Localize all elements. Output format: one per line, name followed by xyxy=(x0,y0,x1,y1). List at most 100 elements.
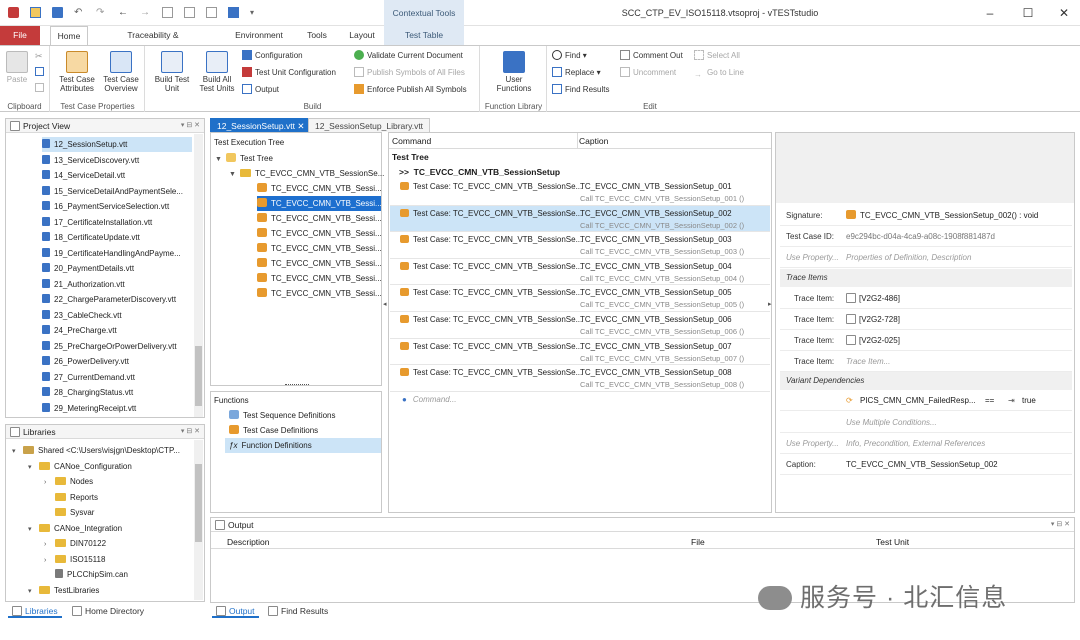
chevron-down-icon[interactable]: ▼ xyxy=(215,152,223,167)
library-item[interactable]: › Nodes xyxy=(44,474,93,489)
project-item[interactable]: 15_ServiceDetailAndPaymentSele... xyxy=(42,184,192,199)
test-tree-root[interactable]: ▼ Test Tree xyxy=(215,151,273,166)
library-item[interactable]: ▾ CANoe_Integration xyxy=(28,521,122,536)
project-item[interactable]: 20_PaymentDetails.vtt xyxy=(42,261,192,276)
project-item[interactable]: 22_ChargeParameterDiscovery.vtt xyxy=(42,292,192,307)
replace-button[interactable]: Replace ▾ xyxy=(552,67,601,79)
chevron-right-icon[interactable]: › xyxy=(44,553,52,568)
test-unit-configuration-button[interactable]: Test Unit Configuration xyxy=(242,67,336,79)
tab-tools[interactable]: Tools xyxy=(300,26,334,45)
chevron-down-icon[interactable]: ▾ xyxy=(28,584,36,599)
library-item[interactable]: Reports xyxy=(44,490,98,505)
maximize-button[interactable]: ☐ xyxy=(1018,4,1038,22)
use-property-label-2[interactable]: Use Property... xyxy=(786,433,839,454)
project-item[interactable]: 18_CertificateUpdate.vtt xyxy=(42,230,192,245)
command-row[interactable]: Test Case: TC_EVCC_CMN_VTB_SessionSe... T… xyxy=(390,365,770,392)
library-item[interactable]: › DIN70122 xyxy=(44,536,106,551)
chevron-down-icon[interactable]: ▾ xyxy=(28,522,36,537)
tab-home[interactable]: Home xyxy=(50,26,88,45)
chevron-right-icon[interactable]: › xyxy=(44,475,52,490)
command-row[interactable]: Test Case: TC_EVCC_CMN_VTB_SessionSe... T… xyxy=(390,232,770,259)
user-functions-button[interactable]: User Functions xyxy=(491,51,537,93)
group-row[interactable]: >> TC_EVCC_CMN_VTB_SessionSetup xyxy=(399,167,560,177)
project-item[interactable]: 23_CableCheck.vtt xyxy=(42,308,192,323)
enforce-publish-button[interactable]: Enforce Publish All Symbols xyxy=(354,84,467,96)
library-item[interactable]: Sysvar xyxy=(44,505,94,520)
library-item[interactable]: ▾ Shared <C:\Users\visjgn\Desktop\CTP... xyxy=(12,443,180,458)
back-icon[interactable]: ← xyxy=(118,7,129,18)
test-case-overview-button[interactable]: Test Case Overview xyxy=(99,51,143,93)
undo-icon[interactable]: ↶ xyxy=(74,7,85,18)
tab-environment[interactable]: Environment xyxy=(228,26,290,45)
tab-output[interactable]: Output xyxy=(212,604,259,618)
project-item[interactable]: 17_CertificateInstallation.vtt xyxy=(42,215,192,230)
project-item[interactable]: 27_CurrentDemand.vtt xyxy=(42,370,192,385)
variant-value[interactable]: true xyxy=(1022,391,1036,411)
multiple-conditions[interactable]: Use Multiple Conditions... xyxy=(846,412,937,433)
validate-document-button[interactable]: Validate Current Document xyxy=(354,50,463,62)
copy-icon[interactable] xyxy=(35,67,44,76)
chevron-right-icon[interactable]: › xyxy=(44,537,52,552)
command-row[interactable]: Test Case: TC_EVCC_CMN_VTB_SessionSe... T… xyxy=(390,205,770,233)
description-column[interactable]: Description xyxy=(227,537,270,547)
chevron-down-icon[interactable]: ▼ xyxy=(229,167,237,182)
cut-icon[interactable]: ✂ xyxy=(35,51,43,62)
libraries-scrollbar[interactable] xyxy=(194,440,203,600)
build-all-test-units-button[interactable]: Build All Test Units xyxy=(194,51,240,93)
trace-item-value[interactable]: [V2G2-025] xyxy=(846,330,900,351)
project-item[interactable]: 16_PaymentServiceSelection.vtt xyxy=(42,199,192,214)
signature-value[interactable]: TC_EVCC_CMN_VTB_SessionSetup_002() : voi… xyxy=(846,205,1038,226)
libraries-scroll-thumb[interactable] xyxy=(195,464,202,542)
library-item[interactable]: › ISO15118 xyxy=(44,552,105,567)
command-row[interactable]: Test Case: TC_EVCC_CMN_VTB_SessionSe... T… xyxy=(390,179,770,206)
find-results-button[interactable]: Find Results xyxy=(552,84,609,96)
project-item[interactable]: 21_Authorization.vtt xyxy=(42,277,192,292)
chevron-down-icon[interactable]: ▾ xyxy=(12,444,20,459)
tab-traceability[interactable]: Traceability & Documentation xyxy=(98,26,208,59)
build-test-unit-button[interactable]: Build Test Unit xyxy=(150,51,194,93)
use-property-label[interactable]: Use Property... xyxy=(786,247,839,268)
right-splitter-arrow-icon[interactable]: ▸ xyxy=(768,300,772,308)
project-item[interactable]: 13_ServiceDiscovery.vtt xyxy=(42,153,192,168)
paste-button[interactable]: Paste xyxy=(4,51,30,84)
build-icon[interactable] xyxy=(206,7,217,18)
test-unit-column[interactable]: Test Unit xyxy=(876,537,909,547)
tab-file[interactable]: File xyxy=(0,26,40,45)
pane-buttons[interactable]: ▾ ⊟ ✕ xyxy=(181,119,200,133)
test-case-definitions[interactable]: Test Case Definitions xyxy=(229,423,318,438)
tab-home-directory[interactable]: Home Directory xyxy=(68,604,148,618)
uncomment-button[interactable]: Uncomment xyxy=(620,67,676,79)
test-case-node[interactable]: TC_EVCC_CMN_VTB_Sessi... xyxy=(257,196,382,211)
project-scroll-thumb[interactable] xyxy=(195,346,202,406)
command-row[interactable]: Test Case: TC_EVCC_CMN_VTB_SessionSe... T… xyxy=(390,285,770,312)
project-scrollbar[interactable] xyxy=(194,134,203,417)
goto-line-button[interactable]: → Go to Line xyxy=(694,67,744,79)
project-item[interactable]: 25_PreChargeOrPowerDelivery.vtt xyxy=(42,339,192,354)
forward-icon[interactable]: → xyxy=(140,7,151,18)
test-case-node[interactable]: TC_EVCC_CMN_VTB_Sessi... xyxy=(257,271,382,286)
tab-libraries[interactable]: Libraries xyxy=(8,604,62,618)
library-item[interactable]: PLCChipSim.can xyxy=(44,567,128,582)
format-icon[interactable] xyxy=(35,83,44,92)
tab-find-results[interactable]: Find Results xyxy=(264,604,332,618)
function-definitions[interactable]: ƒx Function Definitions xyxy=(225,438,381,453)
pane-buttons[interactable]: ▾ ⊟ ✕ xyxy=(1051,518,1070,532)
tab-test-table[interactable]: Test Table xyxy=(384,26,464,45)
doc-tab-session-setup[interactable]: 12_SessionSetup.vtt ✕ xyxy=(210,118,312,132)
project-item[interactable]: 28_ChargingStatus.vtt xyxy=(42,385,192,400)
publish-symbols-button[interactable]: Publish Symbols of All Files xyxy=(354,67,465,79)
file-column[interactable]: File xyxy=(691,537,705,547)
use-property-hint-2[interactable]: Info, Precondition, External References xyxy=(846,433,985,454)
command-row[interactable]: Test Case: TC_EVCC_CMN_VTB_SessionSe... T… xyxy=(390,259,770,286)
caption-value[interactable]: TC_EVCC_CMN_VTB_SessionSetup_002 xyxy=(846,454,998,475)
trace-item-hint[interactable]: Trace Item... xyxy=(846,351,890,372)
chevron-down-icon[interactable]: ▾ xyxy=(28,460,36,475)
project-item[interactable]: 14_ServiceDetail.vtt xyxy=(42,168,192,183)
output-button[interactable]: Output xyxy=(242,84,279,96)
copy-icon[interactable] xyxy=(162,7,173,18)
project-item[interactable]: 26_PowerDelivery.vtt xyxy=(42,354,192,369)
new-document-icon[interactable] xyxy=(30,7,41,18)
test-case-node[interactable]: TC_EVCC_CMN_VTB_Sessi... xyxy=(257,211,382,226)
caption-column-header[interactable]: Caption xyxy=(579,136,608,146)
test-sequence-definitions[interactable]: Test Sequence Definitions xyxy=(229,408,336,423)
